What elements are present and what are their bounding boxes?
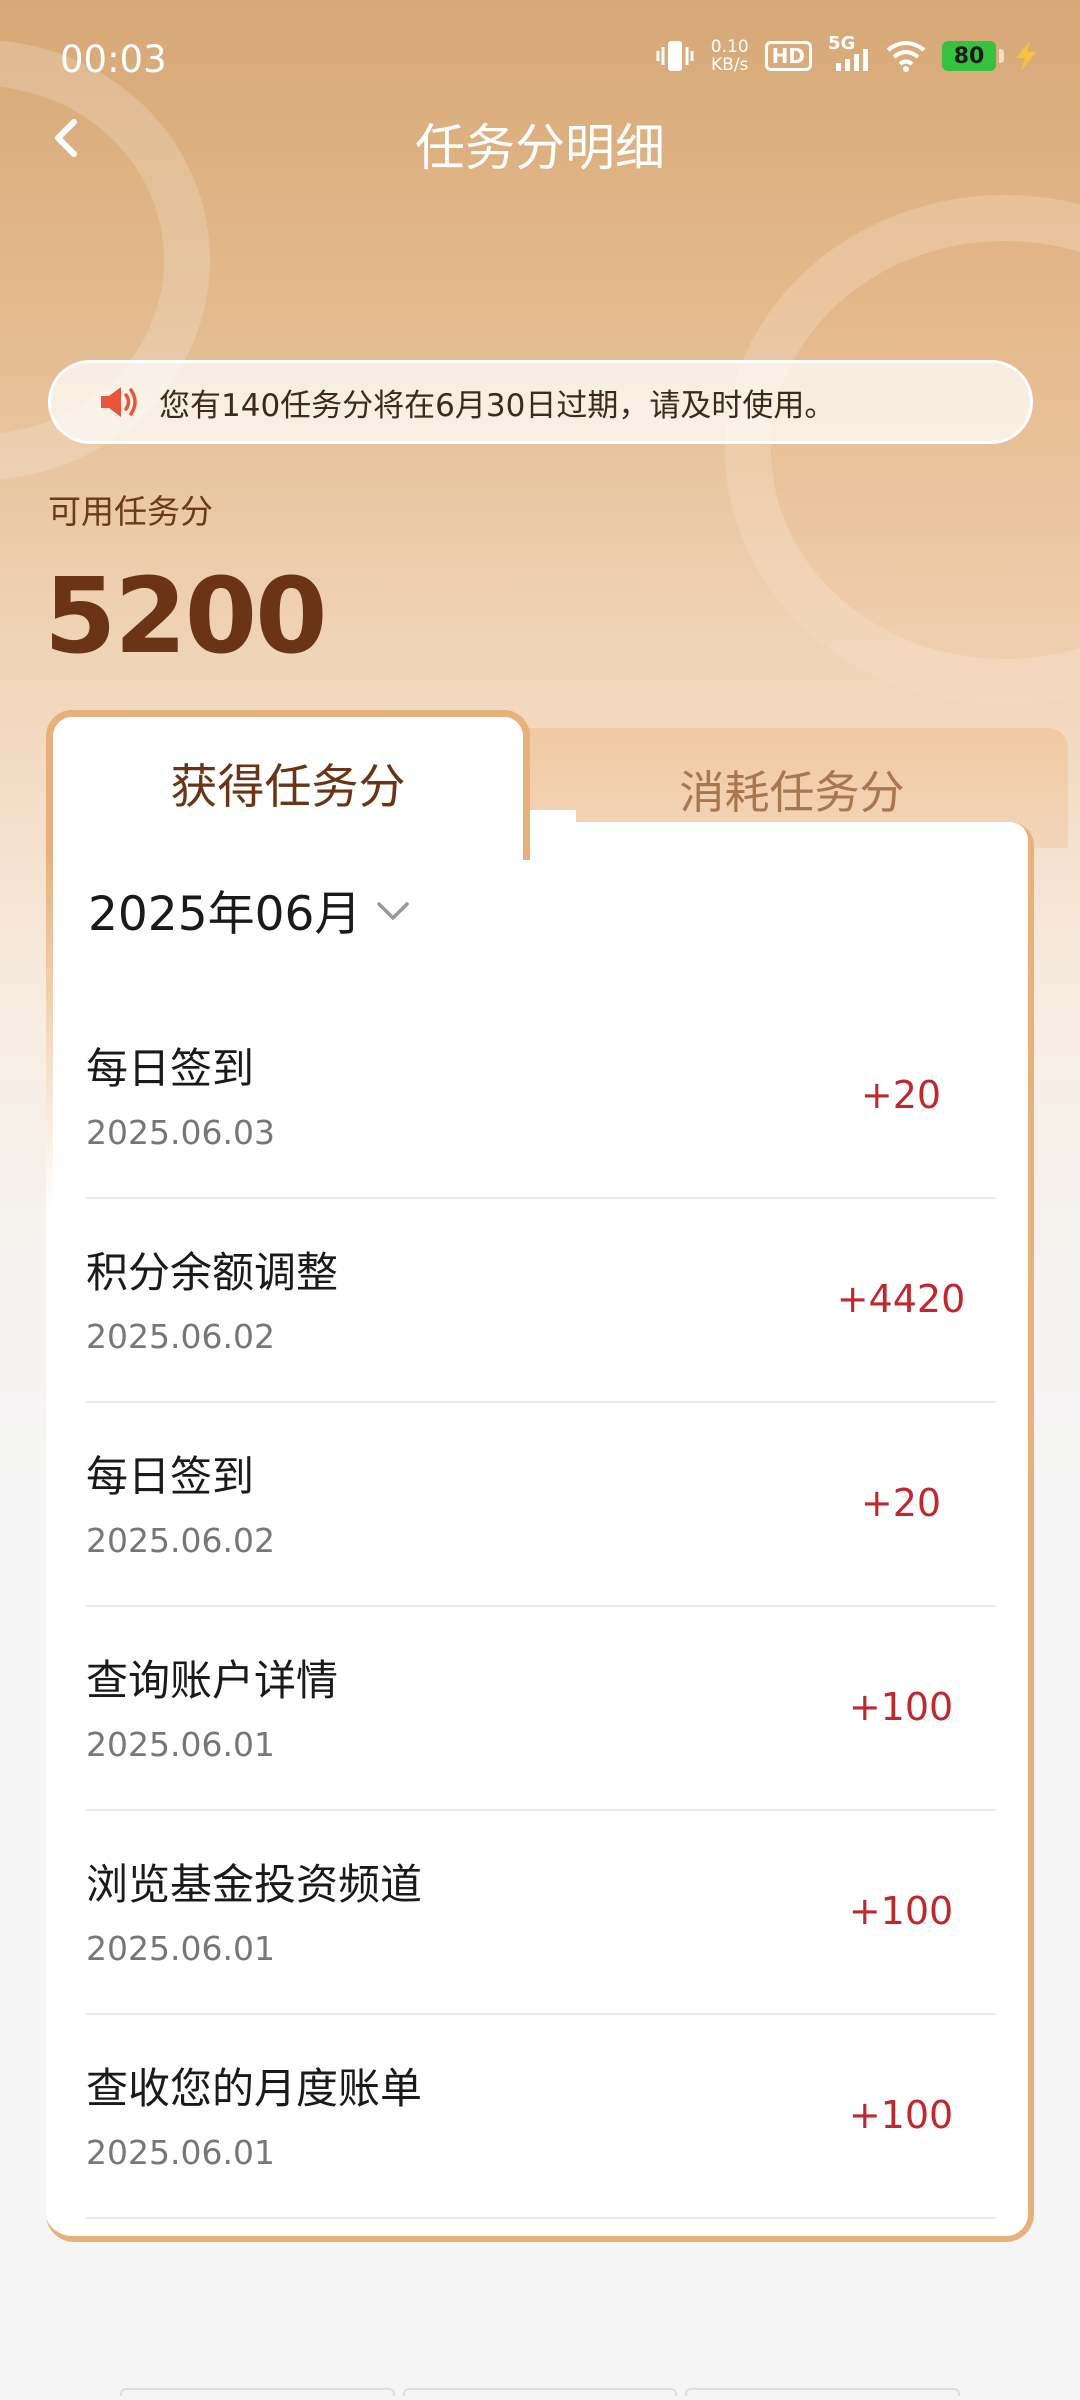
- decor-ring-right: [725, 195, 1080, 705]
- month-picker[interactable]: 2025年06月: [88, 875, 413, 944]
- records-list: 每日签到 2025.06.03 +20 积分余额调整 2025.06.02 +4…: [86, 995, 996, 2219]
- network-speed-unit: KB/s: [711, 55, 749, 75]
- item-points: +100: [848, 1685, 954, 1729]
- item-points: +20: [860, 1481, 942, 1525]
- item-date: 2025.06.02: [86, 1521, 275, 1560]
- status-bar: 00:03 0.10 KB/s HD 5G 80: [0, 0, 1080, 115]
- header: 任务分明细: [0, 100, 1080, 180]
- tab-earned-points[interactable]: 获得任务分: [46, 710, 530, 860]
- list-item[interactable]: 查询账户详情 2025.06.01 +100: [86, 1607, 996, 1811]
- bottom-tab-edge: [402, 2388, 678, 2396]
- battery-icon: 80: [942, 41, 1004, 71]
- bottom-tab-edges: [120, 2388, 961, 2396]
- bottom-tab-edge: [120, 2388, 395, 2396]
- item-title: 积分余额调整: [86, 1248, 339, 1297]
- wifi-icon: [886, 40, 926, 72]
- points-card: 消耗任务分 获得任务分 2025年06月 每日签到 2025.06.03 +20…: [46, 710, 1068, 2242]
- item-title: 每日签到: [86, 1452, 255, 1501]
- vibrate-icon: [655, 39, 695, 73]
- tab-earned-points-label: 获得任务分: [170, 760, 406, 815]
- item-date: 2025.06.01: [86, 1929, 275, 1968]
- hd-badge: HD: [764, 41, 812, 71]
- item-title: 每日签到: [86, 1044, 255, 1093]
- item-date: 2025.06.02: [86, 1317, 275, 1356]
- network-speed-value: 0.10: [710, 37, 749, 57]
- status-icons: 0.10 KB/s HD 5G 80: [655, 33, 1040, 74]
- bottom-tab-edge: [685, 2388, 961, 2396]
- screen: 00:03 0.10 KB/s HD 5G 80 任务分明细 您有140任务分将…: [0, 0, 1080, 2400]
- charging-icon: [1012, 41, 1040, 71]
- item-date: 2025.06.03: [86, 1113, 275, 1152]
- network-type-label: 5G: [828, 33, 856, 54]
- network-speed: 0.10 KB/s: [711, 38, 749, 74]
- item-points: +20: [860, 1073, 942, 1117]
- item-title: 查询账户详情: [86, 1656, 339, 1705]
- month-label: 2025年06月: [88, 887, 362, 942]
- speaker-icon: [101, 387, 137, 417]
- notice-text: 您有140任务分将在6月30日过期，请及时使用。: [159, 387, 836, 424]
- item-points: +100: [848, 2093, 954, 2137]
- item-points: +100: [848, 1889, 954, 1933]
- tab-consumed-points-label: 消耗任务分: [679, 765, 905, 819]
- item-points: +4420: [836, 1277, 966, 1321]
- list-item[interactable]: 浏览基金投资频道 2025.06.01 +100: [86, 1811, 996, 2015]
- list-item[interactable]: 查收您的月度账单 2025.06.01 +100: [86, 2015, 996, 2219]
- status-time: 00:03: [60, 38, 167, 81]
- item-title: 浏览基金投资频道: [86, 1860, 423, 1909]
- chevron-down-icon: [377, 901, 410, 920]
- available-points-value: 5200: [44, 555, 327, 677]
- page-title: 任务分明细: [415, 119, 665, 177]
- item-date: 2025.06.01: [86, 2133, 275, 2172]
- list-item[interactable]: 积分余额调整 2025.06.02 +4420: [86, 1199, 996, 1403]
- signal-5g-icon: 5G: [828, 33, 870, 73]
- item-date: 2025.06.01: [86, 1725, 275, 1764]
- card-edge-decor: [46, 850, 53, 1210]
- expiry-notice[interactable]: 您有140任务分将在6月30日过期，请及时使用。: [48, 360, 1033, 444]
- item-title: 查收您的月度账单: [86, 2064, 423, 2113]
- available-points-label: 可用任务分: [48, 492, 213, 531]
- list-item[interactable]: 每日签到 2025.06.03 +20: [86, 995, 996, 1199]
- list-item[interactable]: 每日签到 2025.06.02 +20: [86, 1403, 996, 1607]
